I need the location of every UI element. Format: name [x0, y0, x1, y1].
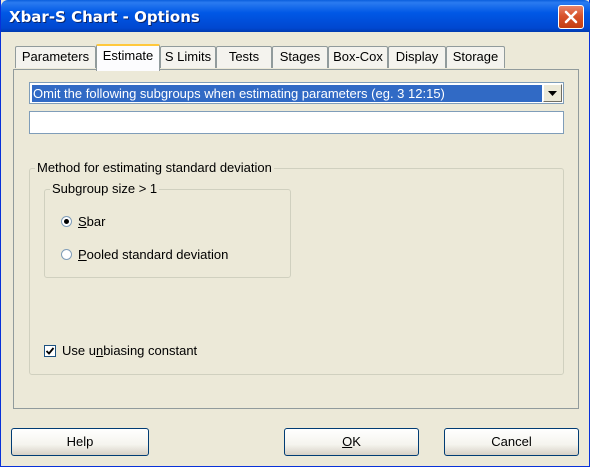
tab-display[interactable]: Display [388, 46, 446, 68]
omit-subgroups-select-value: Omit the following subgroups when estima… [32, 85, 542, 102]
ok-button-label: K [352, 434, 361, 449]
radio-selected-dot [64, 219, 69, 224]
tab-parameters[interactable]: Parameters [15, 46, 96, 68]
omit-subgroups-input[interactable] [29, 111, 564, 134]
radio-pooled-button[interactable] [61, 249, 72, 260]
checkmark-icon [45, 347, 55, 355]
omit-subgroups-select[interactable]: Omit the following subgroups when estima… [29, 82, 564, 104]
subgroup-group-label: Subgroup size > 1 [50, 181, 160, 196]
radio-sbar-label: Sbar [78, 214, 106, 229]
subgroup-groupbox [44, 189, 291, 278]
ok-button-accel: O [342, 434, 353, 449]
close-button[interactable] [558, 5, 584, 29]
chevron-down-icon [548, 91, 557, 96]
tab-tests[interactable]: Tests [216, 46, 272, 68]
unbiasing-label: Use unbiasing constant [62, 343, 198, 358]
cancel-button[interactable]: Cancel [444, 428, 579, 456]
method-group-label: Method for estimating standard deviation [35, 160, 274, 175]
tab-estimate[interactable]: Estimate [96, 44, 160, 71]
help-button[interactable]: Help [11, 428, 149, 456]
close-icon [564, 10, 578, 24]
tab-storage[interactable]: Storage [446, 46, 505, 68]
tab-s-limits[interactable]: S Limits [160, 46, 216, 68]
options-dialog: Xbar-S Chart - Options Parameters Estima… [0, 0, 590, 467]
tab-stages[interactable]: Stages [272, 46, 328, 68]
radio-sbar-button[interactable] [61, 216, 72, 227]
dropdown-button[interactable] [543, 84, 562, 102]
unbiasing-checkbox[interactable] [44, 345, 56, 357]
radio-pooled-label: Pooled standard deviation [78, 247, 229, 262]
tab-box-cox[interactable]: Box-Cox [328, 46, 388, 68]
window-title: Xbar-S Chart - Options [9, 8, 200, 26]
title-bar[interactable]: Xbar-S Chart - Options [1, 0, 590, 32]
ok-button[interactable]: OK [284, 428, 419, 456]
